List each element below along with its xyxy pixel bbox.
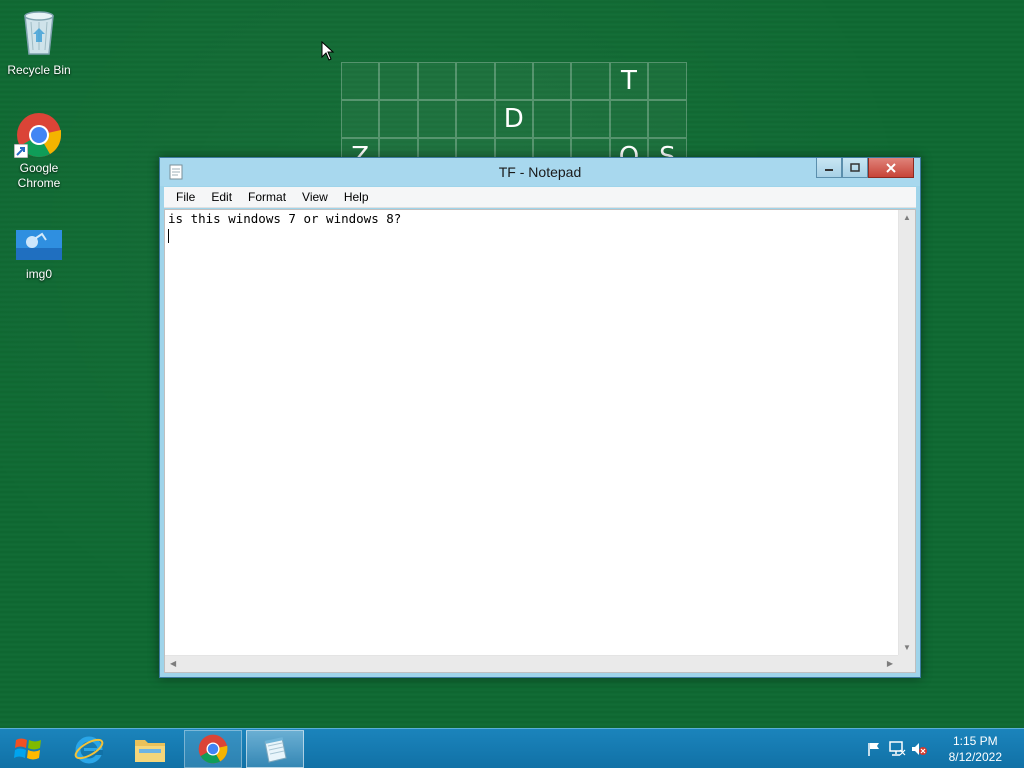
puzzle-cell (648, 100, 687, 138)
taskbar-file-explorer[interactable] (121, 730, 179, 768)
clock-time: 1:15 PM (952, 734, 998, 748)
taskbar-internet-explorer[interactable] (60, 730, 118, 768)
puzzle-cell (648, 62, 687, 100)
menu-help[interactable]: Help (336, 187, 377, 207)
mouse-cursor-icon (321, 41, 335, 61)
puzzle-cell (379, 100, 418, 138)
puzzle-cell (532, 100, 572, 138)
menu-format[interactable]: Format (240, 187, 294, 207)
horizontal-scrollbar[interactable]: ◀ ▶ (165, 655, 898, 672)
desktop-icon-label: img0 (25, 267, 52, 281)
chrome-icon (198, 734, 228, 764)
puzzle-cell (571, 62, 610, 100)
vertical-scrollbar[interactable]: ▲ ▼ (898, 210, 915, 655)
file-explorer-icon (135, 740, 165, 762)
desktop-icon-label: Recycle Bin (7, 63, 71, 77)
menu-file[interactable]: File (168, 187, 203, 207)
notepad-icon (264, 737, 287, 763)
menu-view[interactable]: View (294, 187, 336, 207)
text-editor[interactable]: is this windows 7 or windows 8? ▲ ▼ ◀ ▶ (164, 209, 916, 673)
taskbar-chrome[interactable] (184, 730, 242, 768)
internet-explorer-icon (74, 736, 104, 764)
puzzle-cell (379, 62, 418, 100)
puzzle-cell (532, 62, 572, 100)
recycle-bin-icon (1, 8, 77, 60)
chrome-icon (14, 112, 62, 158)
shortcut-arrow-icon (14, 144, 28, 158)
scroll-up-icon[interactable]: ▲ (903, 213, 911, 222)
puzzle-cell: D (494, 100, 533, 138)
network-icon[interactable] (888, 741, 906, 757)
clock-date: 8/12/2022 (948, 750, 1002, 764)
puzzle-cell (456, 62, 495, 100)
close-icon (886, 162, 896, 173)
notepad-window[interactable]: TF - Notepad File Edit Format View Help … (159, 157, 921, 678)
editor-text: is this windows 7 or windows 8? (168, 211, 402, 226)
text-caret (168, 229, 169, 243)
image-file-icon (1, 230, 77, 264)
desktop-icon-google-chrome[interactable]: Google Chrome (1, 112, 77, 191)
puzzle-cell (456, 100, 495, 138)
system-clock[interactable]: 1:15 PM 8/12/2022 (949, 733, 1002, 765)
system-tray: 1:15 PM 8/12/2022 (854, 729, 1024, 768)
scroll-down-icon[interactable]: ▼ (903, 643, 911, 652)
windows-logo-icon (14, 738, 41, 760)
maximize-icon (850, 162, 860, 172)
desktop-icon-recycle-bin[interactable]: Recycle Bin (1, 8, 77, 78)
puzzle-cell (494, 62, 533, 100)
menu-edit[interactable]: Edit (203, 187, 240, 207)
scroll-right-icon[interactable]: ▶ (887, 659, 893, 668)
close-button[interactable] (868, 158, 914, 178)
title-bar[interactable]: TF - Notepad (160, 158, 920, 186)
minimize-icon (825, 168, 833, 171)
volume-muted-icon[interactable] (910, 741, 928, 757)
puzzle-cell: T (609, 62, 649, 100)
resize-grip[interactable] (898, 655, 915, 672)
menu-bar: File Edit Format View Help (164, 187, 916, 208)
puzzle-cell (609, 100, 649, 138)
puzzle-cell (417, 62, 457, 100)
puzzle-cell (571, 100, 610, 138)
desktop-icon-label: Google Chrome (17, 161, 61, 190)
start-button[interactable] (6, 733, 50, 765)
taskbar: 1:15 PM 8/12/2022 (0, 728, 1024, 768)
puzzle-cell (341, 62, 380, 100)
puzzle-cell (341, 100, 380, 138)
action-center-flag-icon[interactable] (866, 741, 882, 757)
minimize-button[interactable] (816, 158, 842, 178)
desktop-icon-img0[interactable]: img0 (1, 230, 77, 282)
puzzle-grid: TDZOS (341, 62, 687, 162)
scroll-left-icon[interactable]: ◀ (170, 659, 176, 668)
window-title: TF - Notepad (498, 164, 582, 180)
maximize-button[interactable] (842, 158, 868, 178)
taskbar-notepad[interactable] (246, 730, 304, 768)
puzzle-cell (417, 100, 457, 138)
